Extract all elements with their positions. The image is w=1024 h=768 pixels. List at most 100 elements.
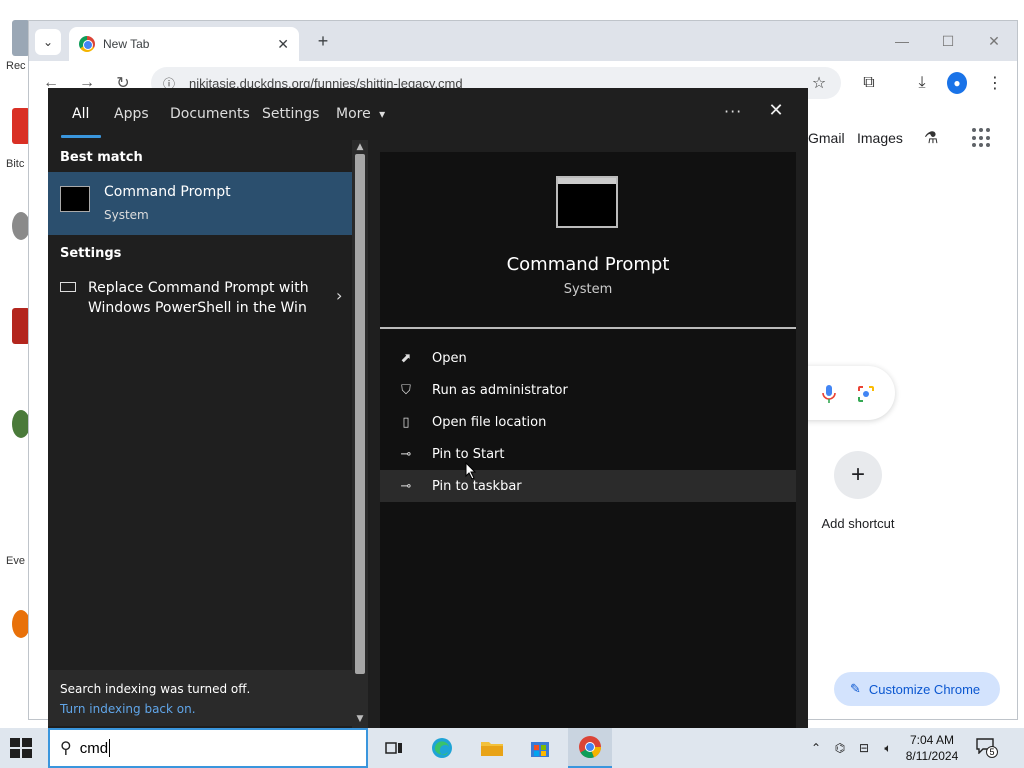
setting-result-label: Replace Command Prompt with Windows Powe… xyxy=(88,280,309,316)
action-pin-to-start[interactable]: ⊸ Pin to Start xyxy=(380,438,796,470)
action-run-as-administrator[interactable]: ⛉ Run as administrator xyxy=(380,374,796,406)
open-icon: ⬈ xyxy=(400,350,412,366)
chevron-down-icon: ⌄ xyxy=(42,35,54,49)
edge-icon[interactable] xyxy=(428,734,456,762)
action-center-button[interactable]: 5 xyxy=(976,738,998,758)
avatar: ● xyxy=(947,72,967,94)
result-preview-pane: Command Prompt System ⬈ Open ⛉ Run as ad… xyxy=(380,152,796,728)
tab-all[interactable]: All xyxy=(72,106,89,122)
action-pin-to-taskbar[interactable]: ⊸ Pin to taskbar xyxy=(380,470,796,502)
google-apps-icon[interactable] xyxy=(972,128,992,148)
chrome-favicon-icon xyxy=(79,36,95,52)
extensions-icon[interactable]: ⧉ xyxy=(859,73,879,93)
clock-time: 7:04 AM xyxy=(909,733,955,747)
scrollbar-thumb[interactable] xyxy=(355,154,365,674)
menu-kebab-icon[interactable]: ⋮ xyxy=(985,73,1005,93)
file-location-icon: ▯ xyxy=(402,414,410,430)
windows-logo-icon xyxy=(10,738,20,747)
active-tab-indicator xyxy=(61,135,101,138)
search-icon: ⚲ xyxy=(60,740,72,757)
pencil-icon: ✎ xyxy=(850,681,861,696)
start-button[interactable] xyxy=(10,738,34,758)
action-label: Run as administrator xyxy=(432,382,568,398)
desktop-label: Bitc xyxy=(6,158,25,170)
desktop: Rec Bitc Eve xyxy=(0,0,30,728)
mouse-cursor-icon xyxy=(465,462,477,480)
add-shortcut-button[interactable]: + xyxy=(834,451,882,499)
store-icon[interactable] xyxy=(526,734,554,762)
tab-new-tab[interactable]: New Tab ✕ xyxy=(69,27,299,61)
caret-down-icon: ▾ xyxy=(379,107,386,121)
close-icon[interactable]: ✕ xyxy=(766,100,786,121)
more-options-icon[interactable]: ··· xyxy=(724,102,742,121)
desktop-label: Eve xyxy=(6,555,25,567)
divider xyxy=(380,327,796,329)
bookmark-star-icon[interactable]: ☆ xyxy=(809,73,829,93)
display-icon xyxy=(60,282,76,292)
action-label: Pin to Start xyxy=(432,446,505,462)
images-link[interactable]: Images xyxy=(857,130,903,146)
start-search-panel: All Apps Documents Settings More ▾ ··· ✕… xyxy=(48,88,808,728)
google-search-box[interactable] xyxy=(800,366,895,420)
action-label: Open xyxy=(432,350,467,366)
chrome-taskbar-icon[interactable] xyxy=(568,728,612,768)
turn-indexing-on-link[interactable]: Turn indexing back on. xyxy=(60,702,196,716)
tab-settings[interactable]: Settings xyxy=(262,106,319,122)
notification-count: 5 xyxy=(986,746,998,758)
download-icon[interactable]: ⤓ xyxy=(912,73,932,93)
chevron-right-icon: › xyxy=(336,286,343,305)
task-view-icon[interactable] xyxy=(380,734,408,762)
search-query-text: cmd xyxy=(79,739,109,757)
results-scrollbar[interactable]: ▲ ▼ xyxy=(352,140,368,728)
microphone-icon[interactable] xyxy=(820,384,838,404)
tab-more-label: More xyxy=(336,106,371,122)
tab-apps[interactable]: Apps xyxy=(114,106,149,122)
taskbar-search-input[interactable]: ⚲ cmd xyxy=(48,728,368,768)
preview-subtitle: System xyxy=(563,282,613,297)
plus-icon: + xyxy=(317,30,329,51)
gmail-link[interactable]: Gmail xyxy=(808,130,845,146)
profile-button[interactable]: ● xyxy=(947,72,967,94)
customize-chrome-label: Customize Chrome xyxy=(868,681,981,697)
tab-documents[interactable]: Documents xyxy=(170,106,250,122)
action-label: Open file location xyxy=(432,414,547,430)
close-window-button[interactable]: ✕ xyxy=(979,29,1009,53)
customize-chrome-button[interactable]: ✎ Customize Chrome xyxy=(834,672,1000,706)
settings-heading: Settings xyxy=(60,246,122,261)
best-match-subtitle: System xyxy=(104,208,149,222)
chevron-up-icon[interactable]: ⌃ xyxy=(808,740,824,756)
text-caret xyxy=(109,739,111,757)
desktop-label: Rec xyxy=(6,60,26,72)
indexing-notice-text: Search indexing was turned off. xyxy=(60,682,251,696)
command-prompt-icon xyxy=(60,186,90,212)
preview-title: Command Prompt xyxy=(506,254,670,275)
best-match-heading: Best match xyxy=(60,150,143,165)
action-open-file-location[interactable]: ▯ Open file location xyxy=(380,406,796,438)
scroll-down-icon[interactable]: ▼ xyxy=(355,714,365,724)
volume-icon[interactable]: 🔈︎ xyxy=(880,740,896,756)
plus-icon: + xyxy=(850,461,865,488)
action-open[interactable]: ⬈ Open xyxy=(380,342,796,374)
add-shortcut-label: Add shortcut xyxy=(821,516,895,531)
maximize-button[interactable]: ☐ xyxy=(933,29,963,53)
best-match-item[interactable]: Command Prompt System xyxy=(48,172,352,235)
google-lens-icon[interactable] xyxy=(856,384,876,404)
command-prompt-large-icon xyxy=(556,176,618,228)
meet-now-icon[interactable]: ⌬ xyxy=(832,740,848,756)
scroll-up-icon[interactable]: ▲ xyxy=(355,142,365,152)
setting-result-item[interactable]: Replace Command Prompt with Windows Powe… xyxy=(48,274,352,322)
tab-strip: ⌄ New Tab ✕ + — ☐ ✕ xyxy=(29,21,1017,61)
clock-date: 8/11/2024 xyxy=(905,749,959,763)
network-icon[interactable]: ⊟ xyxy=(856,740,872,756)
pin-icon: ⊸ xyxy=(400,478,412,494)
file-explorer-icon[interactable] xyxy=(478,734,506,762)
minimize-button[interactable]: — xyxy=(887,29,917,53)
taskbar: ⚲ cmd ⌃ ⌬ ⊟ 🔈︎ 7:04 AM 8/11/2024 5 xyxy=(0,728,1024,768)
tab-more[interactable]: More ▾ xyxy=(336,106,385,122)
labs-flask-icon[interactable]: ⚗ xyxy=(924,128,944,148)
clock[interactable]: 7:04 AM 8/11/2024 xyxy=(900,732,964,764)
shield-icon: ⛉ xyxy=(401,382,411,398)
tab-search-button[interactable]: ⌄ xyxy=(35,29,61,55)
new-tab-button[interactable]: + xyxy=(311,29,335,53)
close-icon[interactable]: ✕ xyxy=(277,36,289,53)
